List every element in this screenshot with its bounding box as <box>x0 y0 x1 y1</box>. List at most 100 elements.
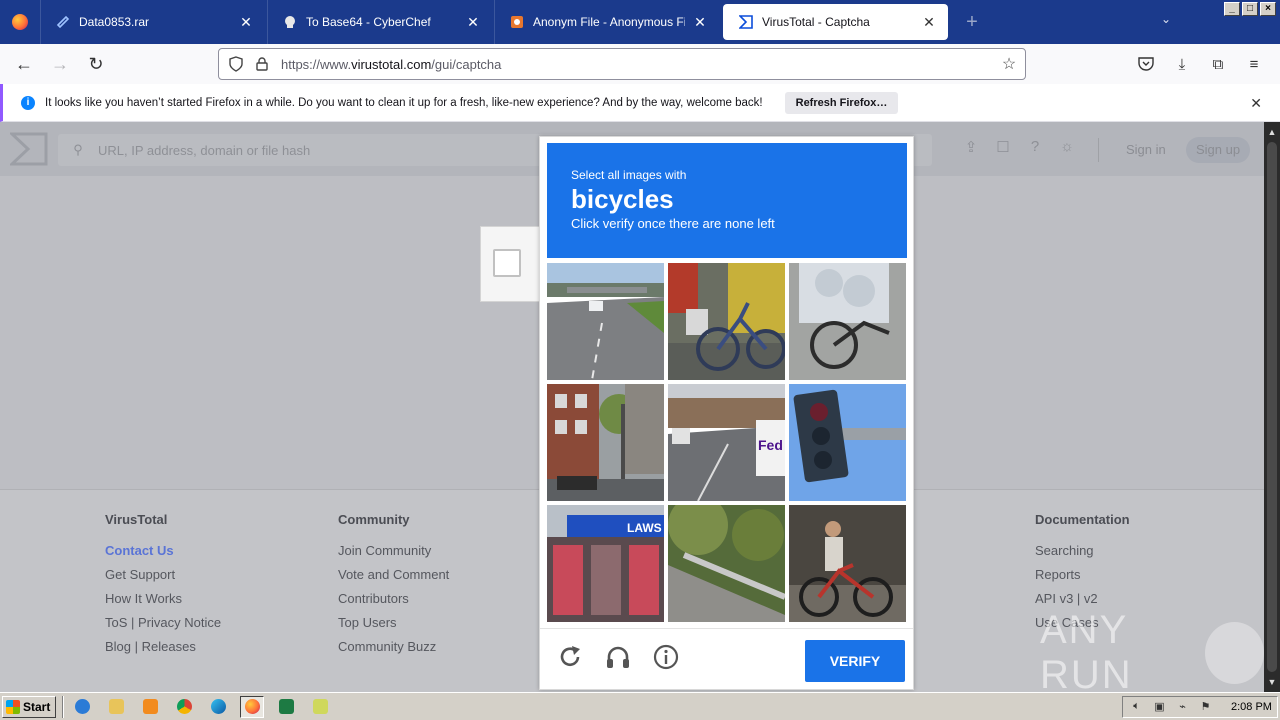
scroll-down-icon[interactable]: ▼ <box>1264 674 1280 690</box>
captcha-tile-store-front[interactable]: LAWS <box>547 505 664 622</box>
tab-data0853[interactable]: Data0853.rar ✕ <box>40 0 265 44</box>
edge-icon[interactable] <box>206 696 230 718</box>
close-tab-icon[interactable]: ✕ <box>691 14 709 31</box>
page-scrollbar[interactable]: ▲ ▼ <box>1264 122 1280 692</box>
help-icon[interactable]: ? <box>1024 138 1046 160</box>
close-icon[interactable]: ✕ <box>1250 95 1262 112</box>
footer-col-virustotal: VirusTotal Contact Us Get Support How It… <box>105 512 221 659</box>
minimize-icon[interactable]: _ <box>1224 2 1240 16</box>
captcha-instruction: Select all images with <box>571 168 687 182</box>
chevron-down-icon[interactable]: ⌄ <box>1156 12 1176 32</box>
footer-link[interactable]: Top Users <box>338 611 449 635</box>
captcha-tile-highway[interactable] <box>547 263 664 380</box>
notepad-icon[interactable] <box>308 696 332 718</box>
footer-link[interactable]: ToS | Privacy Notice <box>105 611 221 635</box>
footer-link[interactable]: Get Support <box>105 563 221 587</box>
info-icon: i <box>21 95 35 110</box>
headphones-audio-icon[interactable] <box>604 643 632 671</box>
captcha-tile-person-bicycle[interactable] <box>789 505 906 622</box>
captcha-tile-road-guardrail[interactable] <box>668 505 785 622</box>
captcha-checkbox[interactable] <box>493 249 521 277</box>
anyrun-watermark: ANY RUN <box>1040 608 1264 692</box>
window-controls: _ □ × <box>1224 2 1276 16</box>
verify-button[interactable]: VERIFY <box>805 640 905 682</box>
usb-icon[interactable]: ⌁ <box>1175 700 1190 715</box>
close-window-icon[interactable]: × <box>1260 2 1276 16</box>
close-tab-icon[interactable]: ✕ <box>464 14 482 31</box>
download-icon[interactable]: ⤓ <box>1164 48 1200 80</box>
shield-icon[interactable] <box>223 56 249 72</box>
watermark-circle <box>1205 622 1264 684</box>
footer-link[interactable]: How It Works <box>105 587 221 611</box>
captcha-prompt: Select all images with bicycles Click ve… <box>547 143 907 258</box>
virustotal-icon <box>738 14 754 30</box>
tab-strip: Data0853.rar ✕ To Base64 - CyberChef ✕ A… <box>0 0 1280 44</box>
pocket-icon[interactable] <box>1128 48 1164 80</box>
volume-icon[interactable]: 🔈︎ <box>1129 700 1144 715</box>
new-tab-plus-icon[interactable]: + <box>950 0 994 44</box>
chrome-icon[interactable] <box>172 696 196 718</box>
captcha-tile-bicycle-wall[interactable] <box>668 263 785 380</box>
captcha-target-object: bicycles <box>571 184 674 214</box>
lock-icon[interactable] <box>249 57 275 71</box>
reload-challenge-icon[interactable] <box>556 643 584 671</box>
footer-link[interactable]: Community Buzz <box>338 635 449 659</box>
system-tray: 🔈︎ ▣ ⌁ ⚑ 2:08 PM <box>1122 696 1278 718</box>
action-center-flag-icon[interactable]: ⚑ <box>1198 700 1213 715</box>
internet-explorer-icon[interactable] <box>70 696 94 718</box>
chef-hat-icon <box>282 14 298 30</box>
virustotal-logo-icon[interactable] <box>10 132 48 166</box>
captcha-tile-traffic-light[interactable] <box>789 384 906 501</box>
bookmark-star-icon[interactable]: ☆ <box>993 54 1025 74</box>
media-player-icon[interactable] <box>138 696 162 718</box>
scroll-up-icon[interactable]: ▲ <box>1264 124 1280 140</box>
footer-link[interactable]: Searching <box>1035 539 1130 563</box>
upload-icon[interactable]: ⇪ <box>960 138 982 160</box>
svg-text:Fed: Fed <box>758 437 783 453</box>
captcha-anchor <box>480 226 542 302</box>
url-bar[interactable]: https://www.virustotal.com/gui/captcha ☆ <box>218 48 1026 80</box>
scrollbar-thumb[interactable] <box>1267 142 1277 672</box>
theme-sun-icon[interactable]: ☼ <box>1056 138 1078 160</box>
footer-link[interactable]: Blog | Releases <box>105 635 221 659</box>
url-text: https://www.virustotal.com/gui/captcha <box>281 56 502 72</box>
chat-icon[interactable]: ☐ <box>992 138 1014 160</box>
captcha-tile-bicycle-cargo[interactable] <box>789 263 906 380</box>
sign-up-button[interactable]: Sign up <box>1186 137 1250 163</box>
sign-in-link[interactable]: Sign in <box>1126 142 1166 157</box>
footer-link[interactable]: Join Community <box>338 539 449 563</box>
footer-link[interactable]: Vote and Comment <box>338 563 449 587</box>
extensions-icon[interactable]: ⧉ <box>1200 48 1236 80</box>
start-button[interactable]: Start <box>2 695 56 718</box>
refresh-firefox-button[interactable]: Refresh Firefox… <box>784 91 899 114</box>
firefox-menu-icon[interactable] <box>0 0 40 44</box>
windows-taskbar: Start 🔈︎ ▣ ⌁ ⚑ 2:08 PM <box>0 692 1280 720</box>
tab-anonym-file[interactable]: Anonym File - Anonymous File Uplo ✕ <box>494 0 719 44</box>
reload-icon[interactable]: ↻ <box>78 48 114 80</box>
tab-cyberchef[interactable]: To Base64 - CyberChef ✕ <box>267 0 492 44</box>
footer-heading: Community <box>338 512 410 527</box>
close-tab-icon[interactable]: ✕ <box>920 14 938 31</box>
header-icons: ⇪ ☐ ? ☼ <box>960 138 1078 160</box>
toolbar-right: ⤓ ⧉ ≡ <box>1128 48 1272 80</box>
hamburger-menu-icon[interactable]: ≡ <box>1236 48 1272 80</box>
nav-bar: ← → ↻ https://www.virustotal.com/gui/cap… <box>0 44 1280 84</box>
refresh-firefox-notification: i It looks like you haven’t started Fire… <box>0 84 1280 122</box>
file-icon <box>55 14 71 30</box>
captcha-tile-street-van[interactable]: Fed <box>668 384 785 501</box>
footer-link[interactable]: Contributors <box>338 587 449 611</box>
back-arrow-icon[interactable]: ← <box>6 48 42 80</box>
footer-link[interactable]: Reports <box>1035 563 1130 587</box>
close-tab-icon[interactable]: ✕ <box>237 14 255 31</box>
maximize-icon[interactable]: □ <box>1242 2 1258 16</box>
tab-virustotal[interactable]: VirusTotal - Captcha ✕ <box>723 4 948 40</box>
forward-arrow-icon[interactable]: → <box>42 48 78 80</box>
network-icon[interactable]: ▣ <box>1152 700 1167 715</box>
file-explorer-icon[interactable] <box>104 696 128 718</box>
footer-link[interactable]: Contact Us <box>105 539 221 563</box>
clock[interactable]: 2:08 PM <box>1231 701 1272 713</box>
excel-icon[interactable] <box>274 696 298 718</box>
firefox-taskbar-icon[interactable] <box>240 695 264 718</box>
captcha-tile-street-building[interactable] <box>547 384 664 501</box>
info-icon[interactable] <box>652 643 680 671</box>
